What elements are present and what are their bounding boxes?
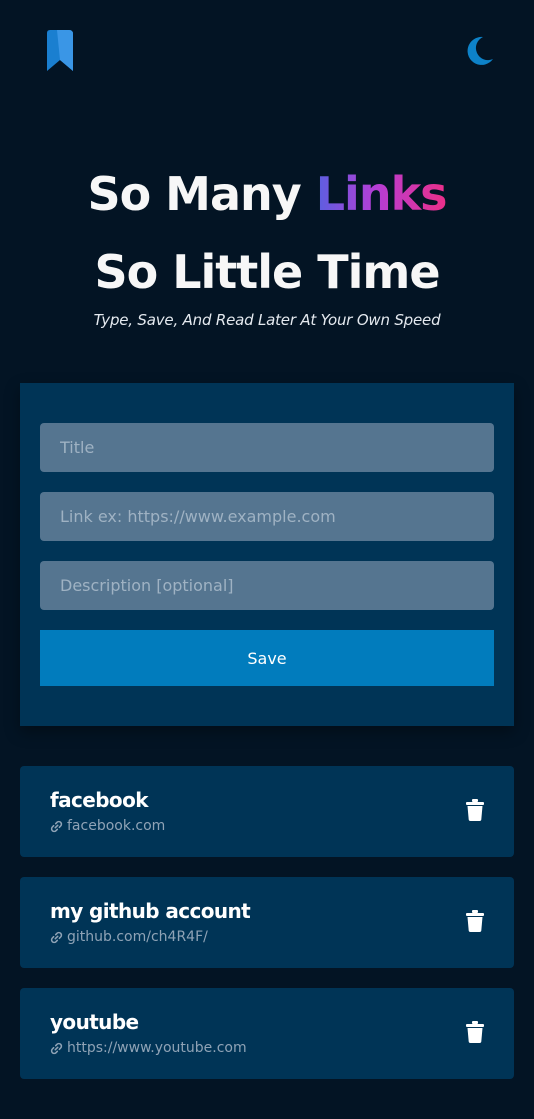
link-card: youtube https://www.youtube.com [20,988,514,1079]
hero-headline-line2: So Little Time [94,245,440,299]
description-input[interactable] [40,561,494,610]
moon-icon[interactable] [463,35,495,67]
link-icon [50,1042,63,1054]
link-url-text: github.com/ch4R4F/ [67,929,208,945]
hero-tagline: Type, Save, And Read Later At Your Own S… [93,311,441,329]
hero-headline-highlight: Links [315,167,448,221]
link-icon [50,820,63,832]
title-input[interactable] [40,423,494,472]
link-title: youtube [50,1010,139,1034]
link-url[interactable]: github.com/ch4R4F/ [50,929,208,945]
link-card: facebook facebook.com [20,766,514,857]
trash-icon[interactable] [466,799,484,821]
trash-icon[interactable] [466,910,484,932]
link-url-text: facebook.com [67,818,166,834]
hero-headline-prefix: So Many [87,167,301,221]
top-bar [0,0,534,100]
add-link-form: Save [20,383,514,726]
link-url[interactable]: https://www.youtube.com [50,1040,247,1056]
page: So Many Links So Little Time Type, Save,… [0,0,534,1119]
save-button[interactable]: Save [40,630,494,686]
link-icon [50,931,63,943]
hero: So Many Links So Little Time Type, Save,… [0,155,534,329]
link-card: my github account github.com/ch4R4F/ [20,877,514,968]
bookmark-icon [47,30,73,71]
link-title: facebook [50,788,149,812]
link-input[interactable] [40,492,494,541]
link-url-text: https://www.youtube.com [67,1040,247,1056]
hero-headline-line1: So Many Links [0,155,534,233]
trash-icon[interactable] [466,1021,484,1043]
link-title: my github account [50,899,251,923]
link-url[interactable]: facebook.com [50,818,165,834]
